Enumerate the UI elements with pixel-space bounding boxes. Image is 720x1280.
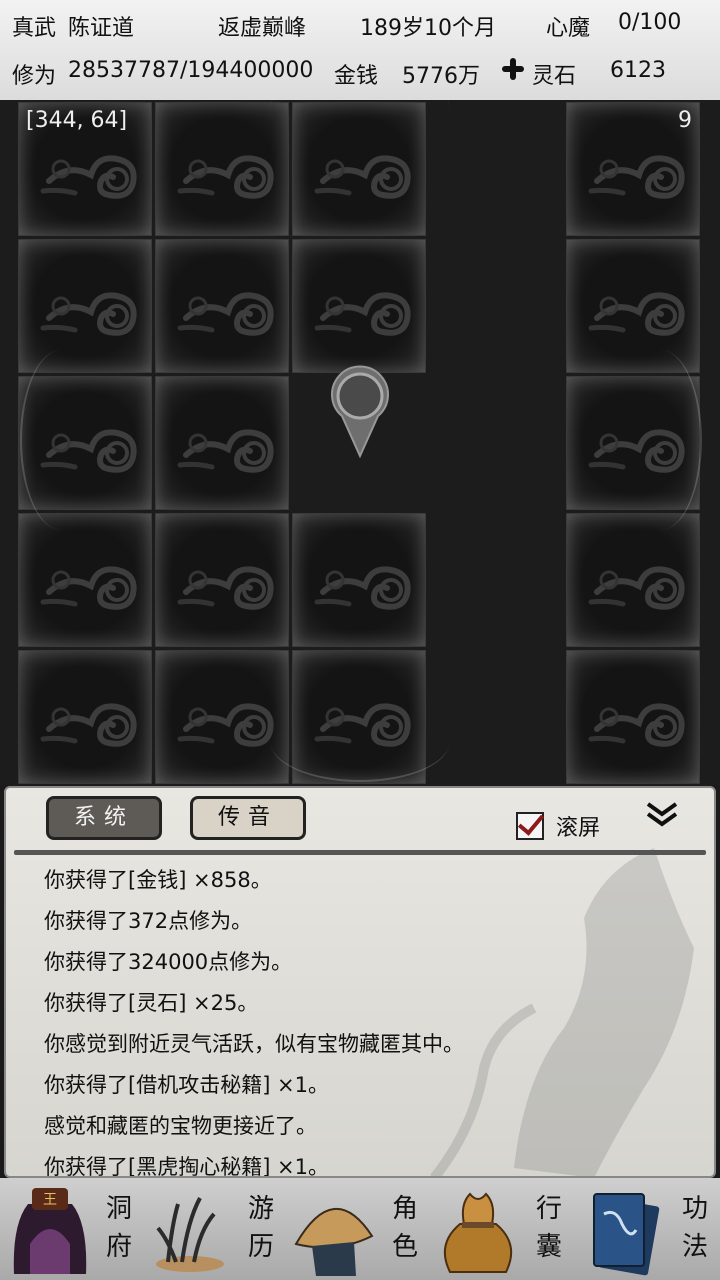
map-tile[interactable]	[155, 650, 289, 784]
nav-label-top: 功	[681, 1194, 708, 1224]
realm-label: 返虚巅峰	[218, 16, 307, 41]
cloud-icon	[587, 133, 687, 203]
cloud-icon	[176, 270, 276, 340]
log-entry: 你获得了[借机攻击秘籍] ×1。	[44, 1073, 330, 1097]
money-label: 金钱	[334, 64, 379, 89]
scroll-label: 滚屏	[556, 816, 601, 841]
nav-label-top: 洞	[105, 1194, 132, 1224]
herb-icon	[156, 1197, 224, 1272]
log-entry: 你获得了[黑虎掏心秘籍] ×1。	[44, 1155, 330, 1178]
scroll-checkbox[interactable]	[516, 812, 544, 840]
step-counter: 9	[678, 108, 692, 133]
nav-item-skills[interactable]: 功 法	[576, 1178, 720, 1280]
bottom-nav: 王 洞 府 游 历 角 色 行 囊 功 法	[0, 1178, 720, 1280]
cloud-icon	[39, 133, 139, 203]
cave-icon: 王	[13, 1188, 87, 1274]
map-tile[interactable]	[18, 239, 152, 373]
location-pin-icon	[331, 365, 389, 459]
log-entry: 你获得了[灵石] ×25。	[44, 991, 259, 1015]
straw-hat-icon	[294, 1208, 374, 1276]
nav-item-cave[interactable]: 王 洞 府	[0, 1178, 144, 1280]
map-coordinates: [344, 64]	[26, 108, 128, 133]
cloud-icon	[39, 544, 139, 614]
cloud-icon	[313, 544, 413, 614]
map-tile[interactable]	[155, 513, 289, 647]
nav-item-bag[interactable]: 行 囊	[432, 1178, 576, 1280]
stone-value: 6123	[610, 58, 666, 83]
map-tile[interactable]	[566, 513, 700, 647]
map-grid[interactable]: [344, 64] 9	[0, 100, 720, 786]
map-tile[interactable]	[155, 102, 289, 236]
map-tile[interactable]	[155, 376, 289, 510]
cloud-icon	[39, 681, 139, 751]
panel-divider	[14, 850, 706, 855]
chevron-down-icon[interactable]	[644, 800, 680, 828]
log-entry: 你获得了324000点修为。	[44, 950, 293, 974]
cultivation-value: 28537787/194400000	[68, 58, 314, 83]
cloud-icon	[176, 133, 276, 203]
cloud-icon	[176, 544, 276, 614]
nav-item-travel[interactable]: 游 历	[144, 1178, 288, 1280]
map-tile[interactable]	[18, 650, 152, 784]
nav-label-top: 游	[247, 1194, 274, 1224]
nav-label-top: 角	[391, 1194, 418, 1224]
cloud-icon	[587, 681, 687, 751]
demon-value: 0/100	[618, 10, 682, 35]
nav-label-bottom: 历	[247, 1232, 274, 1262]
map-tile[interactable]	[566, 239, 700, 373]
book-icon	[593, 1193, 660, 1276]
cross-icon	[502, 58, 524, 83]
money-value: 5776万	[402, 64, 480, 89]
cultivation-label: 修为	[12, 64, 57, 89]
message-panel: 系统 传音 滚屏 你获得了[金钱] ×858。 你获得了372点修为。 你获得了…	[4, 786, 716, 1178]
cloud-icon	[587, 270, 687, 340]
message-log[interactable]: 你获得了[金钱] ×858。 你获得了372点修为。 你获得了324000点修为…	[44, 860, 684, 1178]
cloud-icon	[176, 681, 276, 751]
status-row-1: 真武 陈证道 返虚巅峰 189岁10个月 心魔 0/100	[0, 0, 720, 48]
stone-label: 灵石	[532, 64, 577, 89]
cloud-icon	[39, 270, 139, 340]
map-tile[interactable]	[18, 513, 152, 647]
cloud-icon	[176, 407, 276, 477]
bag-icon	[443, 1192, 513, 1273]
map-tile[interactable]	[155, 239, 289, 373]
nav-label-bottom: 色	[391, 1232, 418, 1262]
nav-label-top: 行	[535, 1194, 562, 1224]
age-label: 189岁10个月	[360, 16, 496, 41]
demon-label: 心魔	[546, 16, 591, 41]
map-tile[interactable]	[292, 513, 426, 647]
tab-system[interactable]: 系统	[46, 796, 162, 840]
cloud-icon	[313, 270, 413, 340]
svg-text:王: 王	[43, 1192, 57, 1208]
map-tile[interactable]	[566, 650, 700, 784]
log-entry: 你感觉到附近灵气活跃，似有宝物藏匿其中。	[44, 1032, 464, 1056]
player-name: 陈证道	[68, 16, 135, 41]
nav-label-bottom: 法	[681, 1232, 708, 1262]
log-entry: 感觉和藏匿的宝物更接近了。	[44, 1114, 317, 1138]
nav-item-character[interactable]: 角 色	[288, 1178, 432, 1280]
cloud-icon	[587, 544, 687, 614]
log-entry: 你获得了[金钱] ×858。	[44, 868, 272, 892]
tab-voice-message[interactable]: 传音	[190, 796, 306, 840]
nav-label-bottom: 囊	[535, 1232, 562, 1262]
status-header: 真武 陈证道 返虚巅峰 189岁10个月 心魔 0/100 修为 2853778…	[0, 0, 720, 102]
nav-arc-right[interactable]	[620, 350, 702, 530]
status-row-2: 修为 28537787/194400000 金钱 5776万 灵石 6123	[0, 48, 720, 96]
nav-arc-left[interactable]	[20, 350, 102, 530]
nav-label-bottom: 府	[105, 1232, 132, 1262]
nav-arc-bottom[interactable]	[270, 700, 450, 782]
sect-label: 真武	[12, 16, 57, 41]
map-tile[interactable]	[292, 239, 426, 373]
log-entry: 你获得了372点修为。	[44, 909, 253, 933]
